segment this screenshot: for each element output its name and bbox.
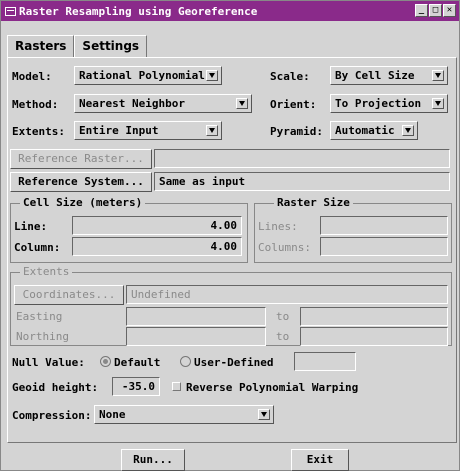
coordinates-field: Undefined [126,285,448,304]
line-label: Line: [14,220,48,233]
user-defined-radio[interactable] [180,356,191,367]
columns-field [320,237,448,256]
scale-dropdown[interactable]: By Cell Size [330,66,448,85]
easting-to-field [300,307,448,326]
scale-label: Scale: [270,70,310,83]
pyramid-value: Automatic [335,124,395,137]
extents-label: Extents: [12,125,65,138]
line-input[interactable]: 4.00 [72,216,242,235]
chevron-down-icon [236,98,248,109]
column-input[interactable]: 4.00 [72,237,242,256]
orient-dropdown[interactable]: To Projection [330,94,448,113]
compression-dropdown[interactable]: None [94,405,274,424]
method-label: Method: [12,98,59,111]
window-menu-icon[interactable] [5,6,16,16]
column-label: Column: [14,241,61,254]
reference-system-button[interactable]: Reference System... [10,172,152,192]
scale-value: By Cell Size [335,69,415,82]
easting-from-field [126,307,266,326]
default-radio[interactable] [100,356,111,367]
window: Raster Resampling using Georeference _ □… [0,0,460,471]
settings-panel: Model: Rational Polynomial Scale: By Cel… [7,57,457,443]
user-defined-label: User-Defined [194,356,274,369]
method-value: Nearest Neighbor [79,97,185,110]
tab-rasters[interactable]: Rasters [7,35,75,57]
default-label: Default [114,356,161,369]
northing-label: Northing [16,330,69,343]
extents-group-title: Extents [20,265,73,278]
northing-from-field [126,327,266,346]
chevron-down-icon [432,70,444,81]
pyramid-label: Pyramid: [270,125,323,138]
reverse-polynomial-checkbox[interactable] [172,382,181,391]
geoid-height-label: Geoid height: [12,381,99,394]
minimize-icon[interactable]: _ [415,4,428,17]
tab-settings[interactable]: Settings [74,35,148,58]
compression-value: None [99,408,126,421]
reference-system-field: Same as input [154,172,450,191]
window-controls: _ □ ✕ [415,4,456,17]
extents-dropdown[interactable]: Entire Input [74,121,222,140]
geoid-height-input[interactable]: -35.0 [112,377,160,396]
chevron-down-icon [432,98,444,109]
tab-bar: Rasters Settings [7,35,148,58]
orient-label: Orient: [270,98,317,111]
window-title: Raster Resampling using Georeference [19,4,258,18]
coordinates-button[interactable]: Coordinates... [14,285,124,305]
pyramid-dropdown[interactable]: Automatic [330,121,418,140]
chevron-down-icon [258,409,270,420]
maximize-icon[interactable]: □ [429,4,442,17]
northing-to-label: to [276,330,290,343]
method-dropdown[interactable]: Nearest Neighbor [74,94,252,113]
lines-field [320,216,448,235]
extents-value: Entire Input [79,124,159,137]
cell-size-title: Cell Size (meters) [20,196,146,209]
lines-label: Lines: [258,220,298,233]
columns-label: Columns: [258,241,311,254]
orient-value: To Projection [335,97,422,110]
easting-label: Easting [16,310,63,323]
null-value-label: Null Value: [12,356,85,369]
model-value: Rational Polynomial [79,69,205,82]
user-defined-value-field [294,352,356,371]
model-label: Model: [12,70,52,83]
exit-button[interactable]: Exit [291,449,349,471]
chevron-down-icon [402,125,414,136]
northing-to-field [300,327,448,346]
close-icon[interactable]: ✕ [443,4,456,17]
compression-label: Compression: [12,409,92,422]
reference-raster-button[interactable]: Reference Raster... [10,149,152,169]
model-dropdown[interactable]: Rational Polynomial [74,66,222,85]
run-button[interactable]: Run... [121,449,185,471]
title-bar: Raster Resampling using Georeference _ □… [1,1,459,21]
reference-raster-field [154,149,450,168]
chevron-down-icon [206,70,218,81]
easting-to-label: to [276,310,290,323]
raster-size-title: Raster Size [274,196,353,209]
reverse-polynomial-label: Reverse Polynomial Warping [186,381,359,394]
chevron-down-icon [206,125,218,136]
